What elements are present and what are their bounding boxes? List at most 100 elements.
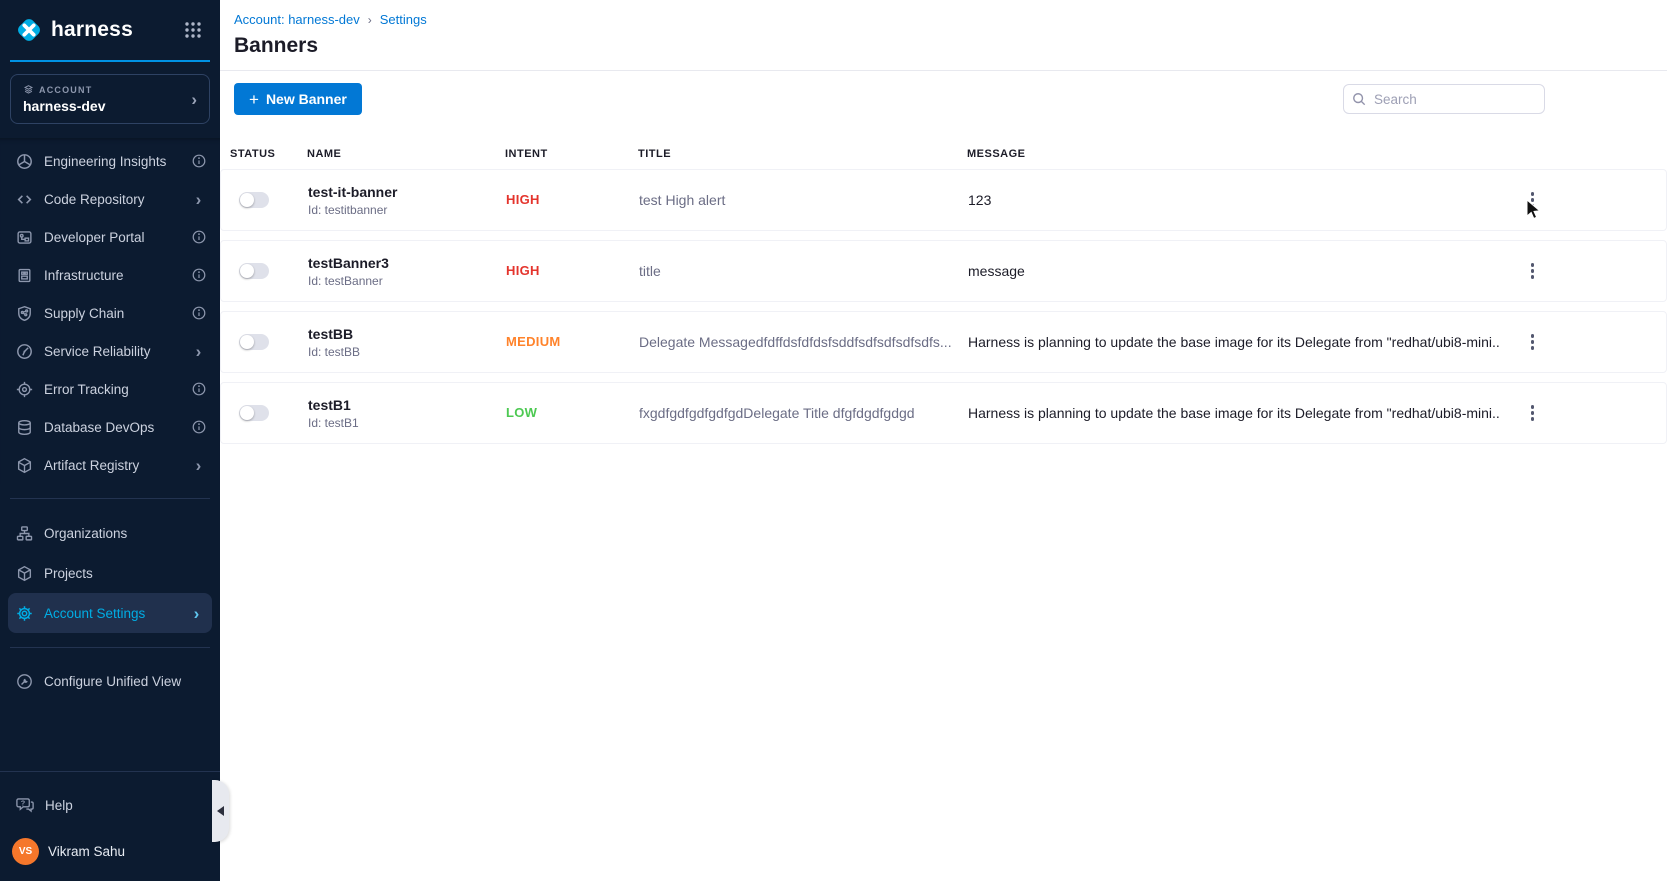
sidebar-item-label: Configure Unified View — [44, 674, 206, 689]
sidebar-item-developer-portal[interactable]: Developer Portal — [0, 218, 220, 256]
chevron-right-icon: › — [191, 457, 206, 474]
account-selector[interactable]: ACCOUNT harness-dev › — [10, 74, 210, 124]
new-banner-button[interactable]: + New Banner — [234, 83, 362, 115]
sidebar-nav: Engineering Insights Code Repository › D… — [0, 138, 220, 484]
sidebar-item-engineering-insights[interactable]: Engineering Insights — [0, 142, 220, 180]
code-icon — [16, 191, 33, 208]
row-menu-button[interactable] — [1521, 399, 1545, 427]
sidebar-item-organizations[interactable]: Organizations — [0, 513, 220, 553]
banner-id: Id: testBanner — [308, 274, 506, 288]
shield-icon — [16, 305, 33, 322]
column-header-message: MESSAGE — [967, 148, 1501, 160]
intent-badge: HIGH — [506, 192, 540, 207]
info-icon[interactable] — [191, 306, 206, 320]
breadcrumb-settings-link[interactable]: Settings — [380, 12, 427, 27]
user-menu[interactable]: VS Vikram Sahu — [0, 838, 220, 865]
sidebar-item-supply-chain[interactable]: Supply Chain — [0, 294, 220, 332]
intent-badge: HIGH — [506, 263, 540, 278]
sidebar-item-label: Account Settings — [44, 606, 178, 621]
banner-message: Harness is planning to update the base i… — [968, 334, 1500, 350]
sidebar-item-label: Error Tracking — [44, 382, 180, 397]
info-icon[interactable] — [191, 268, 206, 282]
org-chart-icon — [16, 525, 33, 542]
banner-title: Delegate Messagedfdffdsfdfdsfsddfsdfsdfs… — [639, 334, 968, 350]
column-header-name: NAME — [307, 148, 505, 160]
banner-message: message — [968, 263, 1500, 279]
cube-icon — [16, 457, 33, 474]
status-toggle[interactable] — [239, 192, 269, 208]
info-icon[interactable] — [191, 382, 206, 396]
wrench-circle-icon — [16, 673, 33, 690]
column-header-intent: INTENT — [505, 148, 638, 160]
account-icon — [23, 84, 34, 95]
account-name: harness-dev — [23, 98, 191, 114]
sidebar-item-configure-unified-view[interactable]: Configure Unified View — [0, 662, 220, 700]
avatar: VS — [12, 838, 39, 865]
info-icon[interactable] — [191, 230, 206, 244]
sidebar-divider — [10, 498, 210, 499]
banner-message: Harness is planning to update the base i… — [968, 405, 1500, 421]
sidebar-item-database-devops[interactable]: Database DevOps — [0, 408, 220, 446]
sidebar-item-error-tracking[interactable]: Error Tracking — [0, 370, 220, 408]
sidebar-item-label: Artifact Registry — [44, 458, 180, 473]
intent-badge: LOW — [506, 405, 537, 420]
banner-title: title — [639, 263, 968, 279]
row-menu-button[interactable] — [1521, 328, 1545, 356]
sidebar-item-account-settings[interactable]: Account Settings › — [8, 593, 212, 633]
banner-name: testB1 — [308, 397, 506, 413]
banner-title: test High alert — [639, 192, 968, 208]
sidebar-item-help[interactable]: ? Help — [0, 786, 220, 824]
chevron-right-icon: › — [189, 605, 204, 622]
status-toggle[interactable] — [239, 405, 269, 421]
status-toggle[interactable] — [239, 334, 269, 350]
column-header-title: TITLE — [638, 148, 967, 160]
collapse-arrow-icon — [217, 806, 224, 816]
intent-badge: MEDIUM — [506, 334, 561, 349]
main-content: Account: harness-dev › Settings Banners … — [220, 0, 1667, 881]
banner-id: Id: testB1 — [308, 416, 506, 430]
sidebar-item-label: Supply Chain — [44, 306, 180, 321]
column-header-status: STATUS — [230, 148, 307, 160]
banner-title: fxgdfgdfgdfgdfgdDelegate Title dfgfdgdfg… — [639, 405, 968, 421]
portal-icon — [16, 229, 33, 246]
sidebar-divider — [10, 647, 210, 648]
gauge-icon — [16, 343, 33, 360]
plus-icon: + — [249, 91, 259, 108]
chevron-right-icon: › — [191, 191, 206, 208]
account-label: ACCOUNT — [39, 85, 92, 95]
harness-logo[interactable]: harness — [14, 15, 180, 45]
database-icon — [16, 419, 33, 436]
breadcrumb-account-link[interactable]: Account: harness-dev — [234, 12, 360, 27]
sidebar-item-label: Database DevOps — [44, 420, 180, 435]
banner-id: Id: testBB — [308, 345, 506, 359]
sidebar-item-service-reliability[interactable]: Service Reliability › — [0, 332, 220, 370]
sidebar-item-label: Organizations — [44, 526, 206, 541]
infrastructure-icon — [16, 267, 33, 284]
sidebar-item-label: Code Repository — [44, 192, 180, 207]
sidebar-nav-tertiary: Configure Unified View — [0, 662, 220, 700]
help-label: Help — [45, 798, 73, 813]
brand-name: harness — [51, 18, 133, 42]
table-row: testB1 Id: testB1 LOW fxgdfgdfgdfgdfgdDe… — [220, 382, 1667, 444]
project-cube-icon — [16, 565, 33, 582]
app-grid-icon[interactable] — [180, 17, 206, 43]
banners-table: STATUS NAME INTENT TITLE MESSAGE test-it… — [220, 139, 1667, 444]
sidebar-nav-secondary: Organizations Projects Account Settings … — [0, 513, 220, 633]
row-menu-button[interactable] — [1521, 257, 1545, 285]
target-icon — [16, 381, 33, 398]
banner-name: testBB — [308, 326, 506, 342]
search-box — [1343, 84, 1545, 114]
sidebar-collapse-handle[interactable] — [212, 780, 229, 842]
sidebar-item-infrastructure[interactable]: Infrastructure — [0, 256, 220, 294]
search-input[interactable] — [1343, 84, 1545, 114]
row-menu-button[interactable] — [1521, 186, 1545, 214]
status-toggle[interactable] — [239, 263, 269, 279]
sidebar-item-artifact-registry[interactable]: Artifact Registry › — [0, 446, 220, 484]
info-icon[interactable] — [191, 154, 206, 168]
sidebar-divider — [0, 771, 220, 772]
sidebar-item-projects[interactable]: Projects — [0, 553, 220, 593]
banner-name: testBanner3 — [308, 255, 506, 271]
sidebar-item-code-repository[interactable]: Code Repository › — [0, 180, 220, 218]
info-icon[interactable] — [191, 420, 206, 434]
new-banner-label: New Banner — [266, 91, 347, 107]
